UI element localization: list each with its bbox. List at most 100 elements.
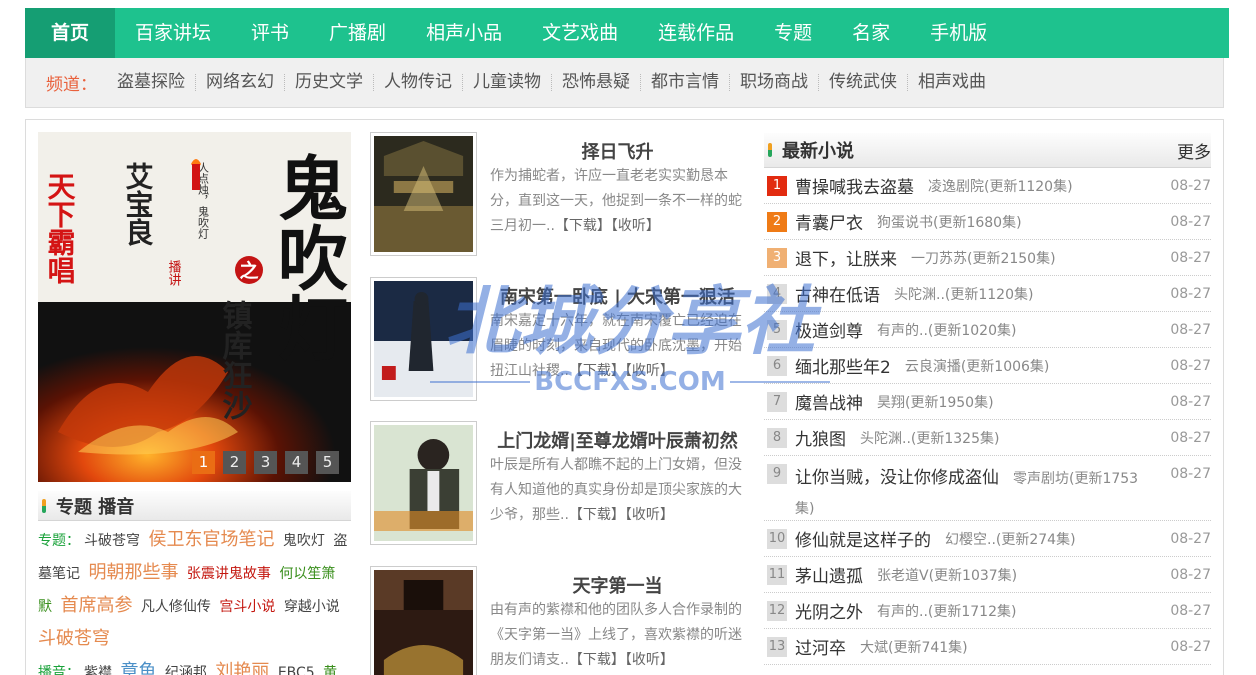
download-link[interactable]: 【下载】 <box>555 218 611 234</box>
listen-link[interactable]: 【收听】 <box>625 652 674 668</box>
list-item[interactable]: 3 退下，让朕来 一刀苏苏(更新2150集) 08-27 <box>764 240 1211 276</box>
slider-dot[interactable]: 5 <box>316 451 339 474</box>
channel-item[interactable]: 恐怖悬疑 <box>552 74 641 91</box>
nav-masters[interactable]: 名家 <box>832 8 910 58</box>
list-item[interactable]: 7 魔兽战神 昊翔(更新1950集) 08-27 <box>764 384 1211 420</box>
book-cover-image <box>374 570 473 675</box>
listen-link[interactable]: 【收听】 <box>611 218 660 234</box>
novel-date: 08-27 <box>1170 566 1211 583</box>
slider-dot[interactable]: 4 <box>285 451 308 474</box>
topic-tag[interactable]: 明朝那些事 <box>88 562 178 583</box>
download-link[interactable]: 【下载】 <box>569 507 625 523</box>
novel-date: 08-27 <box>1170 393 1211 410</box>
novel-name[interactable]: 极道剑尊 <box>795 317 863 342</box>
nav-mobile[interactable]: 手机版 <box>910 8 1007 58</box>
nav-opera[interactable]: 文艺戏曲 <box>522 8 638 58</box>
channel-item[interactable]: 人物传记 <box>374 74 463 91</box>
book-desc: 由有声的紫襟和他的团队多人合作录制的《天字第一当》上线了，喜欢紫襟的听迷朋友们请… <box>490 598 745 673</box>
novel-name[interactable]: 退下，让朕来 <box>795 245 897 270</box>
topic-tag[interactable]: 侯卫东官场笔记 <box>148 529 274 550</box>
list-item[interactable]: 5 极道剑尊 有声的..(更新1020集) 08-27 <box>764 312 1211 348</box>
slider-dot[interactable]: 3 <box>254 451 277 474</box>
book-title[interactable]: 天字第一当 <box>490 572 745 598</box>
novel-meta: 大斌(更新741集) <box>860 639 968 656</box>
topic-tag[interactable]: 凡人修仙传 <box>141 599 211 615</box>
host-tag[interactable]: EBC5 <box>278 665 315 675</box>
topic-tag[interactable]: 穿越小说 <box>284 599 340 615</box>
slider-dot[interactable]: 1 <box>192 451 215 474</box>
host-tag[interactable]: 紫襟 <box>84 665 112 675</box>
novel-name[interactable]: 古神在低语 <box>795 281 880 306</box>
nav-radio-drama[interactable]: 广播剧 <box>309 8 406 58</box>
novel-name[interactable]: 光阴之外 <box>795 598 863 623</box>
book-title[interactable]: 南宋第一卧底 | 大宋第一狠活 <box>490 283 745 309</box>
topic-tag[interactable]: 张震讲鬼故事 <box>187 566 271 582</box>
novel-name[interactable]: 让你当贼，没让你修成盗仙 <box>795 468 999 488</box>
topic-tag[interactable]: 鬼吹灯 <box>283 533 325 549</box>
book-cover[interactable] <box>370 132 477 256</box>
novel-name[interactable]: 过河卒 <box>795 634 846 659</box>
list-item[interactable]: 12 光阴之外 有声的..(更新1712集) 08-27 <box>764 593 1211 629</box>
list-item[interactable]: 9 让你当贼，没让你修成盗仙 零声剧坊(更新1753集) 08-27 <box>764 456 1211 521</box>
novel-name[interactable]: 茅山遗孤 <box>795 562 863 587</box>
channel-item[interactable]: 都市言情 <box>641 74 730 91</box>
topic-tag[interactable]: 斗破苍穹 <box>38 628 110 649</box>
channel-item[interactable]: 网络玄幻 <box>196 74 285 91</box>
host-tag[interactable]: 刘艳丽 <box>215 661 269 675</box>
list-item[interactable]: 13 过河卒 大斌(更新741集) 08-27 <box>764 629 1211 665</box>
nav-serial[interactable]: 连载作品 <box>638 8 754 58</box>
topic-tag[interactable]: 宫斗小说 <box>219 599 275 615</box>
book-cover[interactable] <box>370 566 477 675</box>
topic-tag[interactable]: 斗破苍穹 <box>84 533 140 549</box>
channel-item[interactable]: 历史文学 <box>285 74 374 91</box>
list-item[interactable]: 4 古神在低语 头陀渊..(更新1120集) 08-27 <box>764 276 1211 312</box>
novel-date: 08-27 <box>1170 249 1211 266</box>
listen-link[interactable]: 【收听】 <box>625 363 674 379</box>
novel-name[interactable]: 魔兽战神 <box>795 389 863 414</box>
novel-date: 08-27 <box>1170 321 1211 338</box>
featured-slider[interactable]: 天下霸唱 艾宝良 播讲 人点烛，鬼吹灯 之 镇库狂沙 鬼吹灯 1 2 3 4 5 <box>38 132 351 482</box>
list-item[interactable]: 2 青囊尸衣 狗蛋说书(更新1680集) 08-27 <box>764 204 1211 240</box>
channel-item[interactable]: 相声戏曲 <box>908 74 996 91</box>
featured-cover-image[interactable]: 天下霸唱 艾宝良 播讲 人点烛，鬼吹灯 之 镇库狂沙 鬼吹灯 <box>38 132 351 482</box>
list-item[interactable]: 1 曹操喊我去盗墓 凌逸剧院(更新1120集) 08-27 <box>764 168 1211 204</box>
list-item[interactable]: 10 修仙就是这样子的 幻樱空..(更新274集) 08-27 <box>764 521 1211 557</box>
topic-tag[interactable]: 首席高参 <box>60 595 132 616</box>
rank-badge: 12 <box>767 600 787 621</box>
nav-baijia[interactable]: 百家讲坛 <box>115 8 231 58</box>
book-title[interactable]: 上门龙婿|至尊龙婿叶辰萧初然 <box>490 427 745 453</box>
novel-meta: 有声的..(更新1020集) <box>877 322 1017 339</box>
download-link[interactable]: 【下载】 <box>569 363 625 379</box>
host-tag[interactable]: 纪涵邦 <box>165 665 207 675</box>
novel-name[interactable]: 九狼图 <box>795 425 846 450</box>
channel-item[interactable]: 传统武侠 <box>819 74 908 91</box>
novel-name[interactable]: 修仙就是这样子的 <box>795 526 931 551</box>
listen-link[interactable]: 【收听】 <box>625 507 674 523</box>
slider-dot[interactable]: 2 <box>223 451 246 474</box>
nav-home[interactable]: 首页 <box>25 8 116 58</box>
list-item[interactable]: 11 茅山遗孤 张老道V(更新1037集) 08-27 <box>764 557 1211 593</box>
host-label: 播音： <box>38 665 80 675</box>
book-cover[interactable] <box>370 421 477 545</box>
nav-pingshu[interactable]: 评书 <box>231 8 309 58</box>
book-cover-image <box>374 425 473 541</box>
channel-item[interactable]: 职场商战 <box>730 74 819 91</box>
book-cover[interactable] <box>370 277 477 401</box>
list-item[interactable]: 8 九狼图 头陀渊..(更新1325集) 08-27 <box>764 420 1211 456</box>
channel-item[interactable]: 儿童读物 <box>463 74 552 91</box>
rank-badge: 3 <box>767 247 787 268</box>
novel-name[interactable]: 缅北那些年2 <box>795 353 891 378</box>
download-link[interactable]: 【下载】 <box>569 652 625 668</box>
host-tag[interactable]: 章鱼 <box>120 661 156 675</box>
channel-item[interactable]: 盗墓探险 <box>107 74 196 91</box>
novel-date: 08-27 <box>1170 357 1211 374</box>
book-title[interactable]: 择日飞升 <box>490 138 745 164</box>
list-item[interactable]: 6 缅北那些年2 云良演播(更新1006集) 08-27 <box>764 348 1211 384</box>
nav-topics[interactable]: 专题 <box>754 8 832 58</box>
host-tag[interactable]: 黄 <box>323 665 337 675</box>
novel-name[interactable]: 曹操喊我去盗墓 <box>795 173 914 198</box>
more-link[interactable]: 更多 <box>1177 138 1211 163</box>
rank-badge: 11 <box>767 564 787 585</box>
nav-crosstalk[interactable]: 相声小品 <box>406 8 522 58</box>
novel-name[interactable]: 青囊尸衣 <box>795 209 863 234</box>
